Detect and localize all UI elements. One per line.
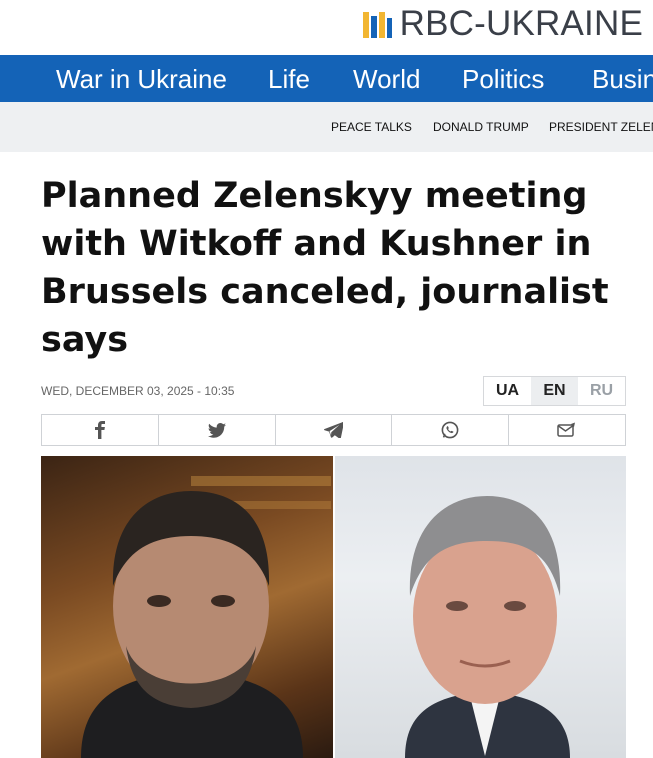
nav-item-business[interactable]: Busin: [592, 64, 653, 95]
article-date: WED, DECEMBER 03, 2025 - 10:35: [41, 384, 235, 398]
article-photo-zelenskyy: [41, 456, 333, 758]
nav-item-politics[interactable]: Politics: [462, 64, 544, 95]
article-photo-witkoff: [335, 456, 626, 758]
nav-item-war-in-ukraine[interactable]: War in Ukraine: [56, 64, 227, 95]
article-title: Planned Zelenskyy meeting with Witkoff a…: [41, 176, 609, 360]
logo-text: RBC-UKRAINE: [399, 4, 643, 43]
logo-icon: [361, 8, 393, 40]
email-icon: [557, 422, 577, 438]
lang-ua-button[interactable]: UA: [484, 377, 531, 405]
tag-president-zelensky[interactable]: PRESIDENT ZELENS: [549, 120, 653, 134]
site-logo[interactable]: RBC-UKRAINE: [361, 6, 643, 41]
share-twitter-button[interactable]: [159, 415, 276, 445]
share-facebook-button[interactable]: [42, 415, 159, 445]
tag-peace-talks[interactable]: PEACE TALKS: [331, 120, 412, 134]
nav-item-world[interactable]: World: [353, 64, 420, 95]
whatsapp-icon: [441, 421, 459, 439]
facebook-icon: [94, 421, 106, 439]
tag-donald-trump[interactable]: DONALD TRUMP: [433, 120, 529, 134]
lang-ru-button[interactable]: RU: [578, 377, 625, 405]
share-telegram-button[interactable]: [276, 415, 393, 445]
main-nav: War in Ukraine Life World Politics Busin: [0, 55, 653, 102]
share-bar: [41, 414, 626, 446]
language-switcher: UA EN RU: [483, 376, 626, 406]
lang-en-button[interactable]: EN: [531, 377, 578, 405]
share-whatsapp-button[interactable]: [392, 415, 510, 445]
tag-nav: PEACE TALKS DONALD TRUMP PRESIDENT ZELEN…: [0, 102, 653, 152]
site-header: RBC-UKRAINE: [0, 0, 653, 55]
share-email-button[interactable]: [509, 415, 625, 445]
twitter-icon: [207, 422, 226, 438]
telegram-icon: [323, 422, 343, 438]
nav-item-life[interactable]: Life: [268, 64, 310, 95]
